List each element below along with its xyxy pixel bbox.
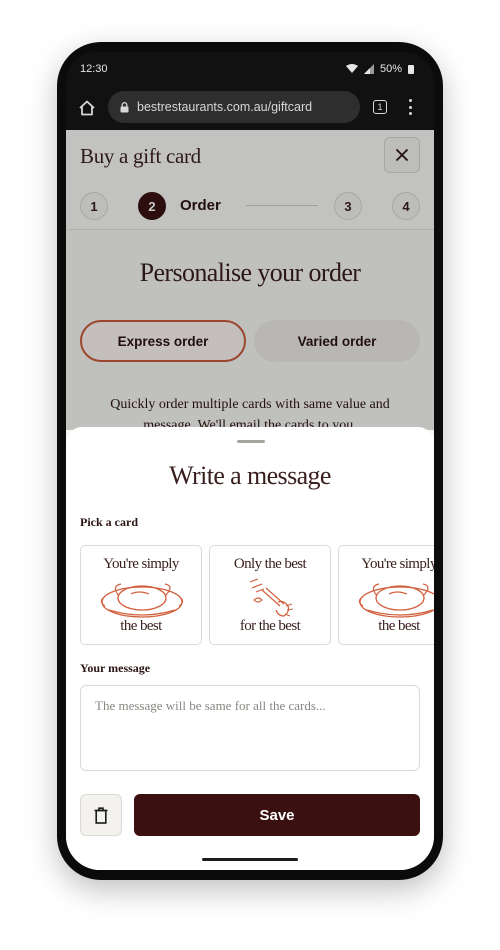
url-text: bestrestaurants.com.au/giftcard	[137, 100, 313, 114]
step-indicator: 1 2 Order 3 4	[80, 192, 420, 220]
home-icon[interactable]	[76, 97, 98, 119]
status-icons: 50%	[345, 63, 414, 75]
save-button[interactable]: Save	[134, 794, 420, 836]
card-option[interactable]: Only the best for the best	[209, 545, 331, 645]
personalise-heading: Personalise your order	[139, 258, 361, 287]
wifi-icon	[345, 64, 358, 73]
page-title: Buy a gift card	[80, 144, 201, 168]
sheet-drag-handle[interactable]	[237, 440, 265, 443]
page-header: Buy a gift card 1 2 Order 3 4	[66, 130, 434, 230]
card-option[interactable]: You're simply the best	[338, 545, 434, 645]
step-4: 4	[392, 192, 420, 220]
step-1: 1	[80, 192, 108, 220]
signal-icon	[363, 64, 374, 74]
varied-order-button[interactable]: Varied order	[254, 320, 420, 362]
card-top-text: Only the best	[233, 556, 307, 572]
gesture-bar	[202, 858, 298, 861]
fork-illustration-icon	[249, 578, 294, 617]
step-3: 3	[334, 192, 362, 220]
sheet-title: Write a message	[169, 461, 331, 490]
step-2-label: Order	[180, 197, 221, 214]
address-bar[interactable]: bestrestaurants.com.au/giftcard	[108, 91, 360, 123]
status-time: 12:30	[80, 63, 108, 75]
battery-label: 50%	[379, 63, 402, 75]
screen: 12:30 50% bestrestaurants.com.au/giftcar…	[66, 52, 434, 870]
turkey-illustration-icon	[100, 583, 184, 618]
message-placeholder: The message will be same for all the car…	[95, 698, 326, 713]
message-bottom-sheet: Write a message Pick a card You're simpl…	[66, 427, 434, 870]
card-option[interactable]: You're simply the best	[80, 545, 202, 645]
lock-icon	[120, 101, 129, 112]
delete-button[interactable]	[80, 794, 122, 836]
trash-icon	[94, 806, 108, 824]
battery-icon	[408, 64, 414, 74]
overflow-menu-icon[interactable]	[406, 97, 414, 117]
card-carousel[interactable]: You're simply the best Only the best for…	[80, 545, 434, 645]
turkey-illustration-icon	[358, 583, 434, 618]
message-label: Your message	[80, 661, 151, 675]
card-top-text: You're simply	[361, 556, 434, 572]
card-bottom-text: the best	[378, 618, 420, 634]
tab-count: 1	[377, 102, 383, 112]
close-icon	[395, 148, 409, 162]
step-2-active: 2	[138, 192, 166, 220]
status-bar: 12:30 50%	[66, 52, 434, 86]
step-connector	[246, 205, 318, 206]
express-order-button[interactable]: Express order	[80, 320, 246, 362]
card-bottom-text: for the best	[239, 618, 301, 634]
pick-card-label: Pick a card	[80, 515, 138, 529]
browser-toolbar: bestrestaurants.com.au/giftcard 1	[66, 88, 434, 128]
tab-switcher-button[interactable]: 1	[373, 100, 387, 114]
close-button[interactable]	[384, 137, 420, 173]
card-top-text: You're simply	[103, 556, 179, 572]
message-textarea[interactable]: The message will be same for all the car…	[80, 685, 420, 771]
card-bottom-text: the best	[120, 618, 162, 634]
